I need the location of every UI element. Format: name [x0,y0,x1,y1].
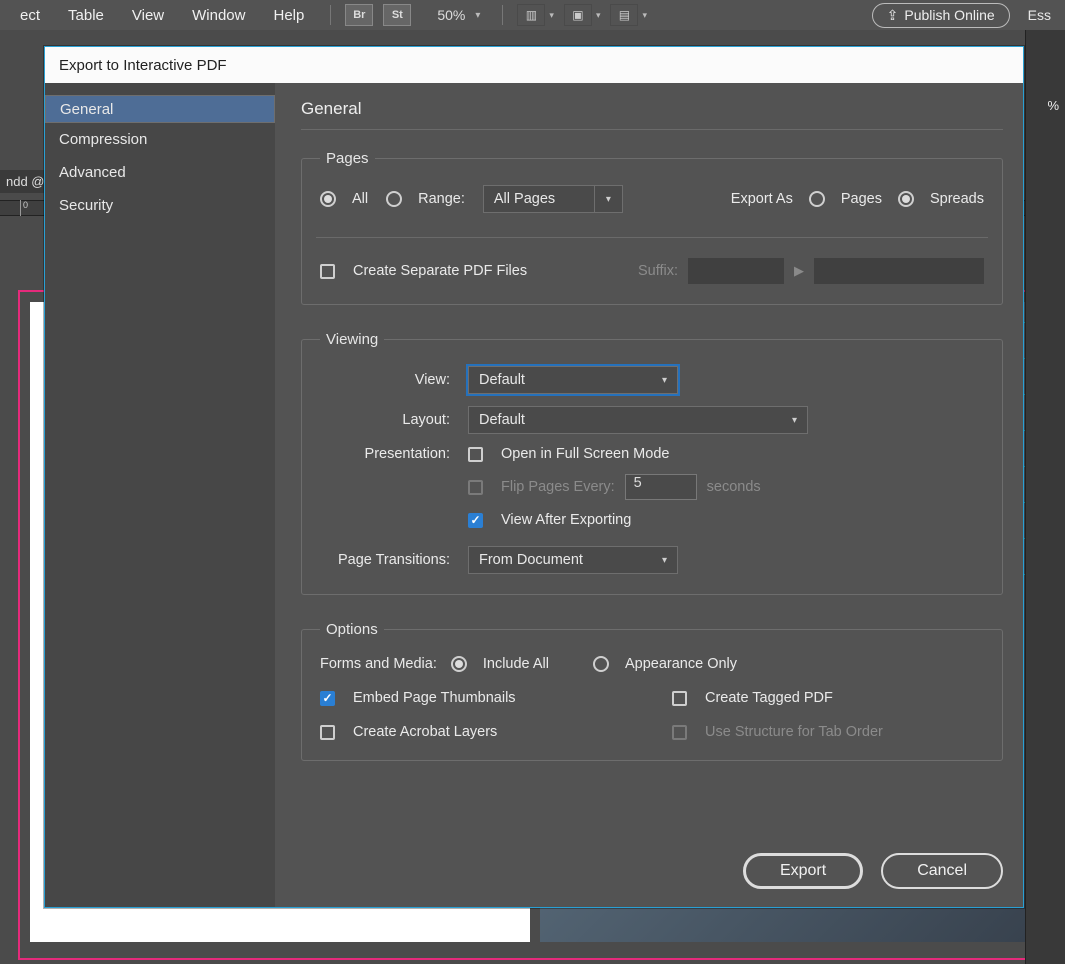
checkbox-icon [320,264,335,279]
sidebar-item-compression[interactable]: Compression [45,123,275,156]
presentation-label: Presentation: [320,446,450,462]
checkbox-icon [468,480,483,495]
view-select[interactable]: Default▾ [468,366,678,394]
percent-label: % [1047,98,1059,113]
radio-spreads[interactable]: Spreads [898,191,984,207]
radio-icon [593,656,609,672]
view-mode-3-icon[interactable]: ▤ [610,4,638,26]
checkbox-acrobat-layers[interactable]: Create Acrobat Layers [320,724,632,740]
view-mode-1-icon[interactable]: ▥ [517,4,545,26]
range-select[interactable]: All Pages ▾ [483,185,623,213]
radio-pages[interactable]: Pages [809,191,882,207]
flip-seconds-input: 5 [625,474,697,500]
sidebar-item-advanced[interactable]: Advanced [45,156,275,189]
radio-appearance-only[interactable]: Appearance Only [593,656,737,672]
radio-icon [898,191,914,207]
right-panel-dock[interactable]: % [1025,30,1065,964]
radio-range[interactable]: Range: [386,191,465,207]
viewing-group: Viewing View: Default▾ Layout: Default▾ … [301,331,1003,595]
checkbox-icon [320,725,335,740]
transitions-select[interactable]: From Document▾ [468,546,678,574]
checkbox-tagged-pdf[interactable]: Create Tagged PDF [672,690,984,706]
checkbox-icon [468,447,483,462]
radio-all[interactable]: All [320,191,368,207]
menu-object[interactable]: ect [8,3,52,28]
view-label: View: [320,372,450,388]
suffix-input[interactable] [688,258,784,284]
play-icon[interactable]: ▶ [794,263,804,279]
menu-help[interactable]: Help [261,3,316,28]
publish-online-button[interactable]: ⇪ Publish Online [872,3,1010,28]
sidebar-item-security[interactable]: Security [45,189,275,222]
radio-icon [451,656,467,672]
stock-icon[interactable]: St [383,4,411,26]
checkbox-icon [468,513,483,528]
suffix-label: Suffix: [638,263,678,279]
pages-group: Pages All Range: All Pages ▾ [301,150,1003,305]
dialog-buttons: Export Cancel [743,853,1003,889]
checkbox-fullscreen[interactable]: Open in Full Screen Mode [468,446,669,462]
dialog-sidebar: General Compression Advanced Security [45,83,275,907]
checkbox-embed-thumbnails[interactable]: Embed Page Thumbnails [320,690,632,706]
chevron-down-icon: ▾ [792,415,797,426]
menu-window[interactable]: Window [180,3,257,28]
forms-media-label: Forms and Media: [320,656,437,672]
bridge-icon[interactable]: Br [345,4,373,26]
export-interactive-pdf-dialog: Export to Interactive PDF General Compre… [44,46,1024,908]
layout-label: Layout: [320,412,450,428]
dialog-main: General Pages All Range: All Pages [275,83,1023,907]
checkbox-icon [320,691,335,706]
radio-icon [809,191,825,207]
sidebar-item-general[interactable]: General [45,95,275,123]
cancel-button[interactable]: Cancel [881,853,1003,889]
radio-icon [386,191,402,207]
radio-include-all[interactable]: Include All [451,656,549,672]
workspace-label[interactable]: Ess [1028,7,1057,23]
transitions-label: Page Transitions: [320,552,450,568]
checkbox-icon [672,725,687,740]
section-heading: General [301,99,1003,119]
viewing-legend: Viewing [320,331,384,348]
options-legend: Options [320,621,384,638]
checkbox-create-separate[interactable]: Create Separate PDF Files [320,263,527,279]
upload-icon: ⇪ [887,7,899,24]
divider [502,5,503,25]
chevron-down-icon: ▾ [662,375,667,386]
divider [301,129,1003,130]
chevron-down-icon: ▾ [662,555,667,566]
menubar: ect Table View Window Help Br St 50%▾ ▥▾… [0,0,1065,30]
suffix-preview [814,258,984,284]
export-button[interactable]: Export [743,853,863,889]
checkbox-view-after[interactable]: View After Exporting [468,512,631,528]
ruler-tick: 0 [20,200,28,216]
document-tab[interactable]: ndd @ [0,170,51,193]
divider [316,237,988,238]
checkbox-icon [672,691,687,706]
radio-icon [320,191,336,207]
menu-table[interactable]: Table [56,3,116,28]
seconds-label: seconds [707,479,761,495]
menu-view[interactable]: View [120,3,176,28]
options-group: Options Forms and Media: Include All App… [301,621,1003,761]
checkbox-flip-pages: Flip Pages Every: [468,479,615,495]
export-as-label: Export As [731,191,793,207]
dialog-title: Export to Interactive PDF [45,47,1023,83]
checkbox-structure-tab-order: Use Structure for Tab Order [672,724,984,740]
pages-legend: Pages [320,150,375,167]
layout-select[interactable]: Default▾ [468,406,808,434]
divider [330,5,331,25]
chevron-down-icon: ▾ [606,194,611,205]
zoom-level[interactable]: 50%▾ [429,5,488,25]
view-mode-2-icon[interactable]: ▣ [564,4,592,26]
